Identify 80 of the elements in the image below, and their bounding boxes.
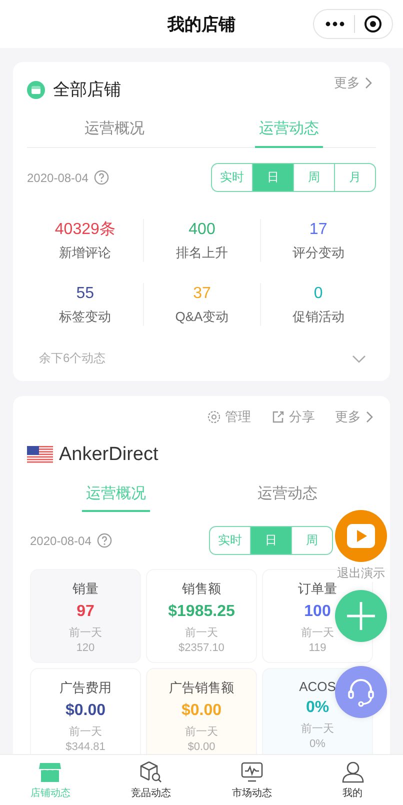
metric-title: 销售额 [182, 580, 221, 598]
stat-value: 0 [312, 284, 324, 304]
tab[interactable]: 运营动态 [202, 478, 373, 512]
compare-value: $2357.10 [178, 642, 226, 654]
nav-item[interactable]: 我的 [322, 760, 383, 800]
tab[interactable]: 运营概况 [30, 478, 202, 512]
page-title: 我的店铺 [168, 14, 236, 36]
period-option[interactable]: 实时 [212, 164, 252, 191]
compare-value: 120 [75, 642, 96, 654]
exit-demo-label: 退出演示 [337, 565, 385, 582]
play-icon [347, 524, 375, 548]
compare-label: 前一天 [184, 725, 219, 739]
help-icon[interactable] [97, 533, 112, 548]
user-icon [340, 760, 365, 782]
compare-value: 119 [308, 642, 328, 654]
nav-item[interactable]: 店铺动态 [20, 760, 80, 800]
manage-link[interactable]: 管理 [207, 408, 251, 426]
compare-label: 前一天 [300, 722, 335, 736]
monitor-pulse-icon [240, 760, 264, 782]
stat-value: 400 [188, 220, 216, 240]
stat-label: 促销活动 [291, 308, 346, 326]
stat-value: 17 [308, 220, 328, 240]
metric-value: 0% [306, 699, 330, 717]
card-title: 全部店铺 [53, 79, 121, 101]
more-link[interactable]: 更多 [335, 408, 373, 426]
expand-row[interactable]: 余下6个动态 [27, 326, 376, 381]
chevron-right-icon [365, 411, 373, 423]
date-label: 2020-08-04 [30, 534, 92, 548]
metric-title: 广告费用 [60, 679, 112, 697]
close-target-icon[interactable] [364, 15, 382, 33]
period-option[interactable]: 月 [334, 164, 375, 191]
compare-value: 0% [308, 738, 326, 750]
metric-value: 97 [76, 603, 94, 621]
stat-value: 37 [192, 284, 212, 304]
metric-title: ACOS [299, 679, 336, 694]
help-icon[interactable] [94, 170, 110, 185]
metric-value: $1985.25 [168, 603, 235, 621]
period-option[interactable]: 周 [293, 164, 334, 191]
more-icon[interactable] [324, 21, 344, 27]
compare-label: 前一天 [300, 626, 335, 640]
metric-title: 广告销售额 [169, 679, 234, 697]
share-icon [271, 410, 285, 424]
date-label: 2020-08-04 [27, 170, 88, 184]
chevron-right-icon [364, 77, 372, 89]
box-search-icon [139, 760, 164, 782]
metric-title: 销量 [72, 580, 98, 598]
gear-icon [207, 410, 221, 424]
nav-item[interactable]: 市场动态 [222, 760, 282, 800]
more-link[interactable]: 更多 [334, 74, 376, 92]
shop-icon [27, 80, 45, 98]
stat-value: 55 [75, 284, 96, 304]
tab[interactable]: 运营动态 [202, 113, 376, 147]
period-option[interactable]: 实时 [210, 527, 250, 554]
stat-value: 40329条 [54, 220, 116, 240]
tab[interactable]: 运营概况 [27, 113, 202, 147]
chevron-down-icon [352, 354, 366, 362]
store-name: AnkerDirect [59, 444, 158, 466]
stat-label: 标签变动 [58, 308, 112, 326]
compare-value: $344.81 [64, 741, 106, 753]
period-option[interactable]: 周 [291, 527, 332, 554]
stat-label: 排名上升 [174, 244, 229, 262]
metric-title: 订单量 [298, 580, 337, 598]
compare-value: $0.00 [186, 741, 216, 753]
stat-label: 评分变动 [291, 244, 346, 262]
period-option[interactable]: 日 [252, 164, 293, 191]
metric-value: $0.00 [181, 702, 222, 720]
compare-label: 前一天 [184, 626, 219, 640]
stat-label: Q&A变动 [174, 308, 230, 326]
metric-value: 100 [304, 603, 331, 621]
us-flag-icon [27, 446, 53, 464]
stat-label: 新增评论 [58, 244, 112, 262]
storefront-icon [38, 760, 62, 782]
compare-label: 前一天 [68, 725, 103, 739]
share-link[interactable]: 分享 [271, 408, 315, 426]
compare-label: 前一天 [68, 626, 103, 640]
period-option[interactable]: 日 [250, 527, 291, 554]
headset-icon [347, 677, 375, 707]
nav-item[interactable]: 竞品动态 [121, 760, 182, 800]
metric-value: $0.00 [65, 702, 106, 720]
plus-icon [346, 601, 376, 631]
